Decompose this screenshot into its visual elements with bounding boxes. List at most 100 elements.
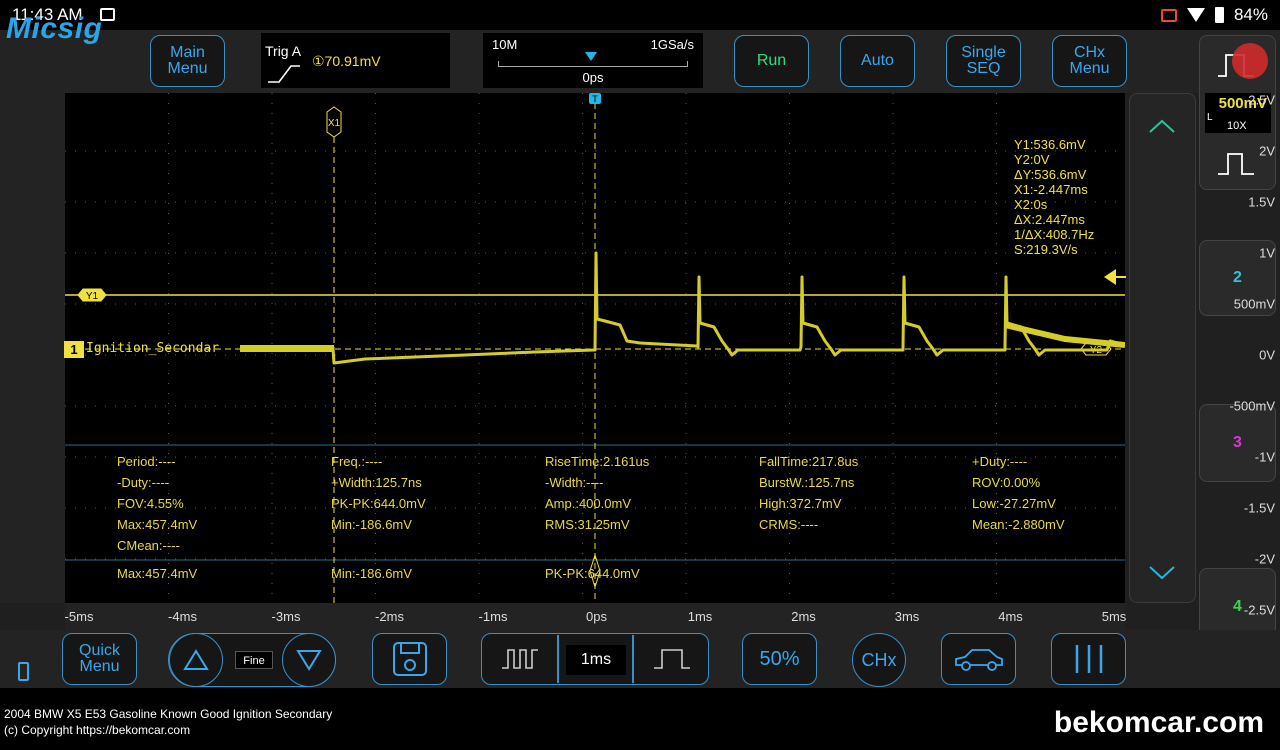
y-tick-label: -2.5V	[1243, 602, 1275, 618]
y-tick-label: 2.5V	[1248, 92, 1275, 108]
caption-title: 2004 BMW X5 E53 Gasoline Known Good Igni…	[4, 707, 333, 721]
x-tick-label: 5ms	[1101, 609, 1127, 624]
x1-cursor-tag[interactable]: X1	[326, 106, 342, 138]
memory-bar	[498, 61, 688, 67]
rising-edge-icon	[268, 65, 300, 83]
y-tick-label: 2V	[1259, 143, 1275, 159]
y-tick-label: 1.5V	[1248, 194, 1275, 210]
chx-menu-label-1: CHx	[1073, 44, 1106, 61]
y-tick-label: -1.5V	[1243, 500, 1275, 516]
readout-slope: S:219.3V/s	[1014, 242, 1078, 257]
x-tick-label: -5ms	[64, 609, 94, 624]
ch1-coupling: L	[1207, 112, 1213, 123]
auto-button[interactable]: Auto	[840, 35, 915, 87]
battery-level: 84%	[1233, 5, 1268, 24]
decrease-button[interactable]	[282, 633, 336, 687]
trigger-position-marker[interactable]	[585, 52, 597, 61]
x-tick-label: 4ms	[998, 609, 1023, 624]
ch1-trace-baseline	[240, 345, 334, 352]
time-per-div[interactable]: 1ms	[566, 645, 626, 675]
vertical-scroll-panel[interactable]	[1129, 93, 1196, 603]
measurement-item: CRMS:----	[759, 517, 819, 532]
trigger-label: Trig A	[265, 43, 302, 59]
readout-dy: ΔY:536.6mV	[1014, 167, 1087, 182]
time-compress-icon[interactable]	[500, 646, 540, 672]
time-expand-icon[interactable]	[652, 646, 692, 672]
measurement-item: +Width:125.7ns	[331, 475, 422, 490]
measurement-item: -Width:----	[545, 475, 604, 490]
trigger-level-arrow[interactable]	[1104, 268, 1126, 286]
ch1-marker[interactable]: 1	[64, 341, 84, 358]
single-seq-button[interactable]: Single SEQ	[946, 35, 1021, 87]
x-tick-label: 1ms	[687, 609, 713, 624]
increase-button[interactable]	[169, 633, 223, 687]
automotive-button[interactable]	[941, 633, 1016, 685]
svg-text:Y1: Y1	[86, 291, 99, 302]
x-tick-label: 2ms	[791, 609, 816, 624]
cursor-readout: Y1:536.6mV Y2:0V ΔY:536.6mV X1:-2.447ms …	[1014, 137, 1094, 257]
measurement-item: ROV:0.00%	[972, 475, 1041, 490]
ch1-label: Ignition_Secondar	[86, 341, 220, 356]
y-tick-label: -2V	[1254, 551, 1275, 567]
fine-toggle[interactable]: Fine	[235, 651, 273, 669]
x-tick-label: -3ms	[271, 609, 301, 624]
trigger-panel[interactable]: Trig A ①70.91mV	[261, 33, 450, 88]
status-bar: 11:43 AM 84%	[0, 0, 1280, 30]
measurement-item: CMean:----	[117, 538, 180, 553]
trigger-level: ①70.91mV	[312, 53, 381, 69]
timebase-panel[interactable]: 10M 1GSa/s 0ps	[483, 33, 703, 88]
run-button[interactable]: Run	[734, 35, 809, 87]
battery-status-icon	[18, 662, 29, 681]
battery-icon	[1214, 7, 1224, 23]
chx-menu-label-2: Menu	[1069, 60, 1110, 77]
timebase-divider-right	[632, 635, 634, 683]
fifty-percent-button[interactable]: 50%	[742, 633, 817, 685]
ch3-button[interactable]: 3	[1199, 404, 1276, 482]
main-menu-label-2: Menu	[167, 60, 208, 77]
cast-icon	[1160, 8, 1177, 22]
readout-x2: X2:0s	[1014, 197, 1048, 212]
single-label-1: Single	[961, 44, 1006, 61]
measurement-item: BurstW.:125.7ns	[759, 475, 855, 490]
measurement-item: Period:----	[117, 454, 176, 469]
x-tick-label: -1ms	[478, 609, 508, 624]
readout-freq: 1/ΔX:408.7Hz	[1014, 227, 1095, 242]
summary-measurement: Max:457.4mV	[117, 566, 198, 581]
summary-measurement: Min:-186.6mV	[331, 566, 412, 581]
chx-button[interactable]: CHx	[852, 633, 906, 687]
readout-x1: X1:-2.447ms	[1014, 182, 1088, 197]
more-menu-button[interactable]	[1051, 633, 1126, 685]
ch1-probe: 10X	[1227, 120, 1247, 132]
save-button[interactable]	[372, 633, 447, 685]
y-tick-label: 500mV	[1233, 296, 1275, 312]
y-tick-label: 0V	[1259, 347, 1275, 363]
chevron-up-icon[interactable]	[1148, 118, 1176, 134]
ch1-waveform-trace	[240, 251, 1125, 365]
pulse-icon	[1218, 153, 1254, 175]
y-tick-label: -1V	[1254, 449, 1275, 465]
caption-copyright: (c) Copyright https://bekomcar.com	[4, 723, 191, 737]
chx-menu-button[interactable]: CHx Menu	[1052, 35, 1127, 87]
measurement-item: Min:-186.6mV	[331, 517, 412, 532]
bars-icon	[1075, 645, 1102, 673]
caption-bar: 2004 BMW X5 E53 Gasoline Known Good Igni…	[0, 688, 1280, 750]
chevron-down-icon[interactable]	[1148, 565, 1176, 581]
y-tick-label: 1V	[1259, 245, 1275, 261]
record-indicator	[1232, 43, 1268, 79]
measurement-item: Freq.:----	[331, 454, 383, 469]
measurement-item: +Duty:----	[972, 454, 1028, 469]
car-icon	[954, 649, 1003, 671]
measurement-item: Low:-27.27mV	[972, 496, 1056, 511]
y1-cursor-tag[interactable]: Y1	[77, 288, 107, 302]
micsig-logo: Micsig	[6, 12, 103, 45]
horizontal-position: 0ps	[582, 70, 604, 85]
sample-rate: 1GSa/s	[650, 37, 694, 52]
main-menu-button[interactable]: Main Menu	[150, 35, 225, 87]
save-icon	[392, 642, 427, 676]
x-tick-label: 0ps	[586, 609, 607, 624]
ch1-trace-tail	[1004, 322, 1125, 348]
caption-brand: bekomcar.com	[1053, 706, 1264, 739]
measurement-item: FallTime:217.8us	[759, 454, 859, 469]
wifi-icon	[1186, 8, 1205, 22]
quick-menu-button[interactable]: Quick Menu	[62, 633, 137, 685]
